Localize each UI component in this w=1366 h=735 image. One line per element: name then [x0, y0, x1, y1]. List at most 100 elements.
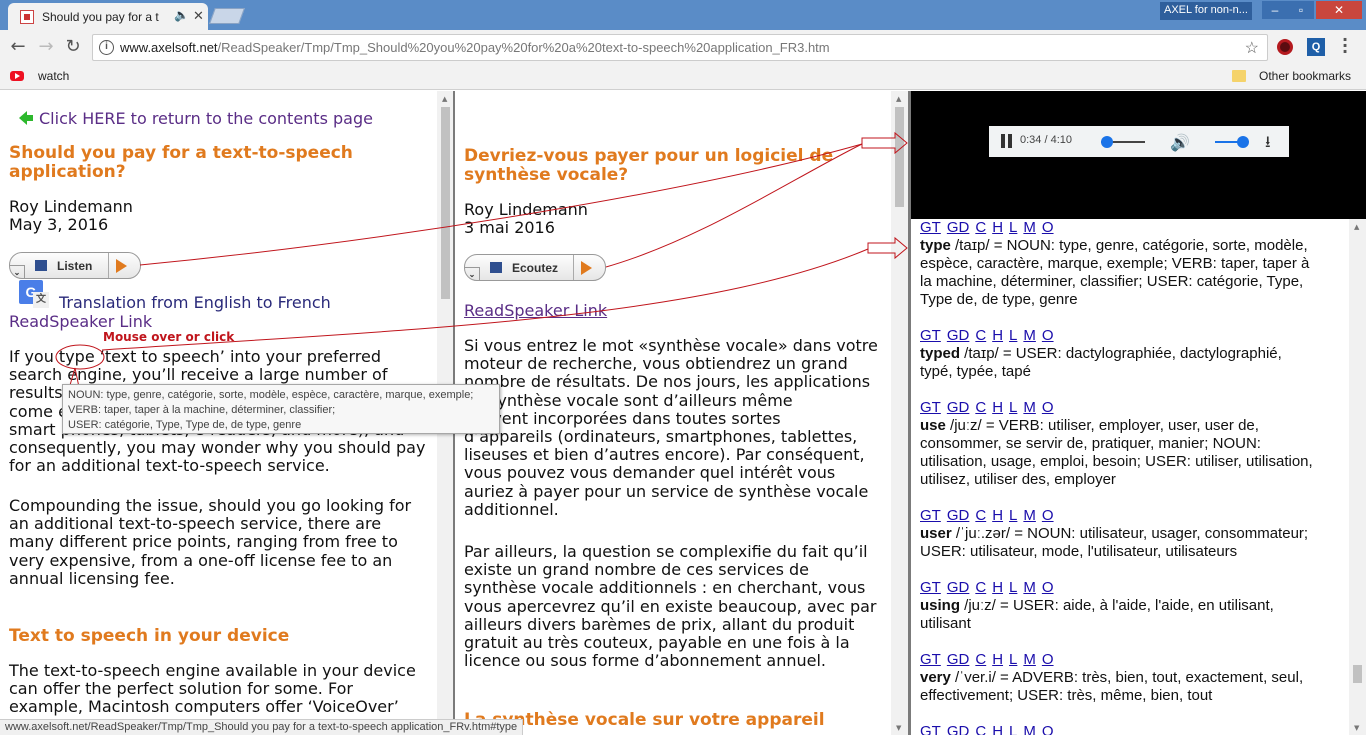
- ecoutez-button[interactable]: ⌄ Ecoutez: [464, 254, 606, 281]
- audio-player[interactable]: 0:34 / 4:10 🔊 ⭳: [989, 126, 1289, 157]
- dictionary-link-l[interactable]: L: [1009, 507, 1017, 524]
- dictionary-definition: /juːz/ = USER: aide, à l'aide, l'aide, e…: [960, 597, 1274, 614]
- volume-icon[interactable]: 🔊: [1170, 133, 1190, 152]
- menu-icon[interactable]: · · ·: [1342, 32, 1348, 60]
- volume-knob[interactable]: [1236, 136, 1249, 148]
- dictionary-link-gt[interactable]: GT: [920, 723, 941, 735]
- dictionary-entry: GT GD C H L M Overy /ˈver.i/ = ADVERB: très, b…: [920, 651, 1350, 705]
- dictionary-link-o[interactable]: O: [1042, 651, 1054, 668]
- dictionary-link-c[interactable]: C: [975, 579, 986, 596]
- dictionary-link-l[interactable]: L: [1009, 579, 1017, 596]
- dictionary-links: GT GD C H L M O: [920, 219, 1350, 237]
- dictionary-headword: typed: [920, 345, 961, 362]
- dictionary-link-h[interactable]: H: [992, 651, 1003, 668]
- new-tab-button[interactable]: [209, 8, 245, 24]
- dictionary-link-o[interactable]: O: [1042, 507, 1054, 524]
- scroll-thumb[interactable]: [441, 107, 450, 299]
- dictionary-link-gd[interactable]: GD: [947, 399, 970, 416]
- dictionary-link-gt[interactable]: GT: [920, 651, 941, 668]
- dictionary-link-m[interactable]: M: [1023, 723, 1036, 735]
- dictionary-definition: utilisant: [920, 615, 971, 632]
- bookmark-star-icon[interactable]: ☆: [1245, 38, 1259, 58]
- scroll-thumb[interactable]: [1353, 665, 1362, 683]
- dictionary-link-gd[interactable]: GD: [947, 507, 970, 524]
- dictionary-headword: user: [920, 525, 952, 542]
- info-icon[interactable]: i: [99, 40, 114, 55]
- dictionary-link-m[interactable]: M: [1023, 507, 1036, 524]
- pause-icon[interactable]: [1001, 134, 1013, 148]
- dictionary-link-l[interactable]: L: [1009, 327, 1017, 344]
- dictionary-link-c[interactable]: C: [975, 651, 986, 668]
- scroll-thumb[interactable]: [895, 107, 904, 207]
- download-icon[interactable]: ⭳: [1265, 131, 1271, 158]
- dictionary-link-c[interactable]: C: [975, 723, 986, 735]
- extension-icon[interactable]: [1277, 39, 1293, 55]
- other-bookmarks[interactable]: Other bookmarks: [1259, 69, 1351, 83]
- dictionary-link-gd[interactable]: GD: [947, 723, 970, 735]
- extension-search-icon[interactable]: Q: [1307, 38, 1325, 56]
- dictionary-link-l[interactable]: L: [1009, 723, 1017, 735]
- dropdown-icon[interactable]: ⌄: [465, 267, 480, 281]
- dictionary-link-gt[interactable]: GT: [920, 327, 941, 344]
- dictionary-link-h[interactable]: H: [992, 219, 1003, 236]
- reload-icon[interactable]: ↻: [63, 37, 83, 57]
- dictionary-link-gd[interactable]: GD: [947, 327, 970, 344]
- french-title: Devriez-vous payer pour un logiciel de s…: [464, 146, 834, 185]
- maximize-button[interactable]: ▫: [1288, 1, 1314, 19]
- readspeaker-link[interactable]: ReadSpeaker Link: [464, 301, 607, 320]
- dictionary-link-m[interactable]: M: [1023, 219, 1036, 236]
- play-icon[interactable]: [581, 261, 592, 275]
- dictionary-link-h[interactable]: H: [992, 507, 1003, 524]
- dictionary-link-m[interactable]: M: [1023, 651, 1036, 668]
- tab-close-icon[interactable]: ✕: [193, 8, 204, 24]
- dictionary-link-o[interactable]: O: [1042, 723, 1054, 735]
- dictionary-link-o[interactable]: O: [1042, 219, 1054, 236]
- listen-button[interactable]: ⌄ Listen: [9, 252, 141, 279]
- volume-slider[interactable]: [1215, 141, 1239, 143]
- browser-tab[interactable]: Should you pay for a t 🔈 ✕: [8, 3, 208, 30]
- dictionary-scrollbar[interactable]: ▲ ▼: [1349, 219, 1366, 735]
- dropdown-icon[interactable]: ⌄: [10, 265, 25, 279]
- dictionary-link-gd[interactable]: GD: [947, 219, 970, 236]
- dictionary-link-c[interactable]: C: [975, 327, 986, 344]
- dictionary-link-m[interactable]: M: [1023, 399, 1036, 416]
- seek-knob[interactable]: [1100, 136, 1113, 148]
- dictionary-link-h[interactable]: H: [992, 399, 1003, 416]
- dictionary-link-c[interactable]: C: [975, 399, 986, 416]
- word-type-hover[interactable]: type: [59, 347, 95, 366]
- dictionary-link-c[interactable]: C: [975, 507, 986, 524]
- dictionary-link-gt[interactable]: GT: [920, 579, 941, 596]
- dictionary-link-m[interactable]: M: [1023, 579, 1036, 596]
- dictionary-link-h[interactable]: H: [992, 723, 1003, 735]
- dictionary-link-gt[interactable]: GT: [920, 507, 941, 524]
- forward-icon[interactable]: →: [36, 37, 56, 57]
- back-icon[interactable]: ←: [8, 37, 28, 57]
- address-bar[interactable]: i www.axelsoft.net/ReadSpeaker/Tmp/Tmp_S…: [92, 34, 1268, 61]
- audio-playing-icon[interactable]: 🔈: [174, 8, 189, 22]
- contents-link[interactable]: Click HERE to return to the contents pag…: [39, 109, 373, 128]
- dictionary-entry: GT GD C H L M Ousing /juːz/ = USER: aide, à l'…: [920, 579, 1350, 633]
- french-scrollbar[interactable]: ▲ ▼: [891, 91, 908, 735]
- dictionary-link-l[interactable]: L: [1009, 219, 1017, 236]
- bookmark-watch[interactable]: watch: [38, 69, 69, 83]
- dictionary-link-gd[interactable]: GD: [947, 651, 970, 668]
- dictionary-link-m[interactable]: M: [1023, 327, 1036, 344]
- dictionary-link-l[interactable]: L: [1009, 651, 1017, 668]
- dictionary-link-h[interactable]: H: [992, 579, 1003, 596]
- minimize-button[interactable]: –: [1262, 1, 1288, 19]
- dictionary-link-o[interactable]: O: [1042, 579, 1054, 596]
- dictionary-link-gd[interactable]: GD: [947, 579, 970, 596]
- close-window-button[interactable]: ✕: [1316, 1, 1362, 19]
- dictionary-link-gt[interactable]: GT: [920, 399, 941, 416]
- play-icon[interactable]: [116, 259, 127, 273]
- dictionary-link-gt[interactable]: GT: [920, 219, 941, 236]
- dictionary-link-l[interactable]: L: [1009, 399, 1017, 416]
- dictionary-frame: 0:34 / 4:10 🔊 ⭳ GT GD C H L M Otype /taɪp/ = N…: [911, 91, 1366, 735]
- dictionary-link-o[interactable]: O: [1042, 399, 1054, 416]
- readspeaker-link[interactable]: ReadSpeaker Link: [9, 312, 152, 331]
- dictionary-entry: GT GD C H L M Ouse /juːz/ = VERB: utiliser, em…: [920, 399, 1350, 489]
- dictionary-link-h[interactable]: H: [992, 327, 1003, 344]
- dictionary-link-o[interactable]: O: [1042, 327, 1054, 344]
- french-frame: Devriez-vous payer pour un logiciel de s…: [455, 91, 911, 735]
- dictionary-link-c[interactable]: C: [975, 219, 986, 236]
